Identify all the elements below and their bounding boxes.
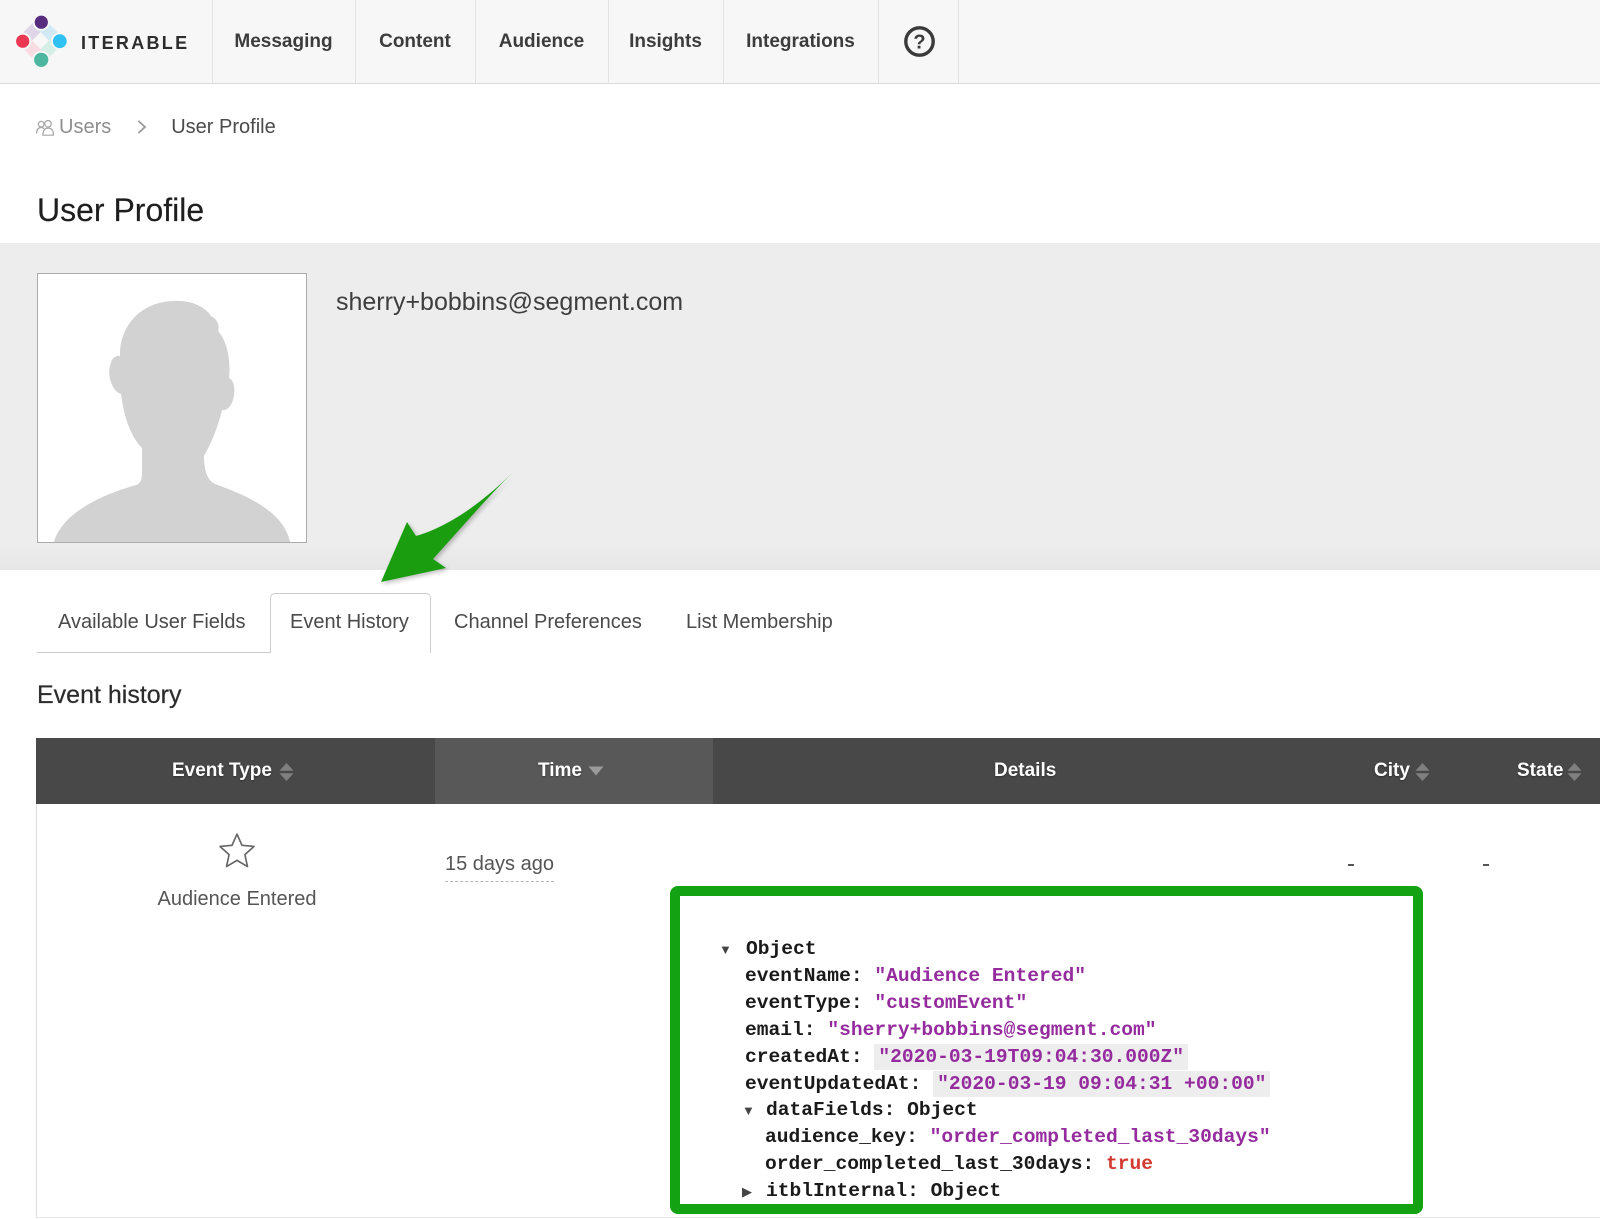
- svg-text:?: ?: [913, 32, 925, 54]
